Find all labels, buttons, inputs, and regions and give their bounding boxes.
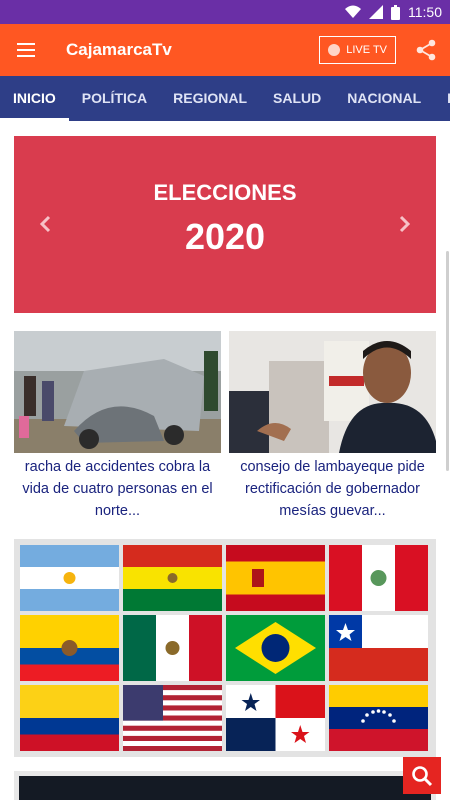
status-time: 11:50 [408, 4, 442, 20]
news-card[interactable]: consejo de lambayeque pide rectificación… [229, 331, 436, 522]
news-title: racha de accidentes cobra la vida de cua… [22, 459, 213, 519]
hamburger-menu-icon[interactable] [0, 24, 52, 76]
flag-colombia[interactable] [20, 685, 119, 751]
banner-title: ELECCIONES [153, 180, 297, 205]
search-icon [412, 765, 433, 786]
search-button[interactable] [403, 757, 441, 794]
tab-nacional[interactable]: NACIONAL [334, 76, 434, 121]
tab-salud[interactable]: SALUD [260, 76, 334, 121]
live-tv-button[interactable]: LIVE TV [319, 36, 396, 64]
signal-icon [369, 5, 383, 19]
chevron-right-icon[interactable] [394, 214, 414, 234]
flag-spain[interactable] [226, 545, 325, 611]
flag-peru[interactable] [329, 545, 428, 611]
tab-politica[interactable]: POLÍTICA [69, 76, 160, 121]
flag-mexico[interactable] [123, 615, 222, 681]
news-image-governor [229, 331, 436, 453]
tab-regional[interactable]: REGIONAL [160, 76, 260, 121]
tab-inicio[interactable]: INICIO [0, 76, 69, 121]
video-card[interactable] [14, 771, 436, 800]
news-image-accident [14, 331, 221, 453]
flag-bolivia[interactable] [123, 545, 222, 611]
country-flags-grid [14, 539, 436, 757]
category-tabs: INICIO POLÍTICA REGIONAL SALUD NACIONAL … [0, 76, 450, 121]
live-tv-label: LIVE TV [346, 44, 387, 56]
flag-argentina[interactable] [20, 545, 119, 611]
news-title: consejo de lambayeque pide rectificación… [240, 459, 425, 519]
live-dot-icon [328, 44, 341, 56]
flag-ecuador[interactable] [20, 615, 119, 681]
elections-banner[interactable]: ELECCIONES 2020 [14, 136, 436, 313]
status-bar: 11:50 [0, 0, 450, 24]
banner-year: 2020 [184, 216, 266, 257]
wifi-icon [345, 5, 361, 19]
main-content: ELECCIONES 2020 racha de accidentes cobr… [0, 121, 450, 800]
share-icon[interactable] [408, 24, 444, 76]
scrollbar[interactable] [446, 251, 449, 471]
app-bar: CajamarcaTv LIVE TV [0, 24, 450, 76]
app-title: CajamarcaTv [66, 40, 172, 59]
video-thumbnail [19, 776, 431, 800]
flag-brazil[interactable] [226, 615, 325, 681]
flag-panama[interactable] [226, 685, 325, 751]
flag-chile[interactable] [329, 615, 428, 681]
tab-internacional[interactable]: INTERNACIONAL [434, 76, 450, 121]
flag-united-states[interactable] [123, 685, 222, 751]
battery-icon [391, 4, 400, 20]
flag-venezuela[interactable] [329, 685, 428, 751]
news-card[interactable]: racha de accidentes cobra la vida de cua… [14, 331, 221, 522]
